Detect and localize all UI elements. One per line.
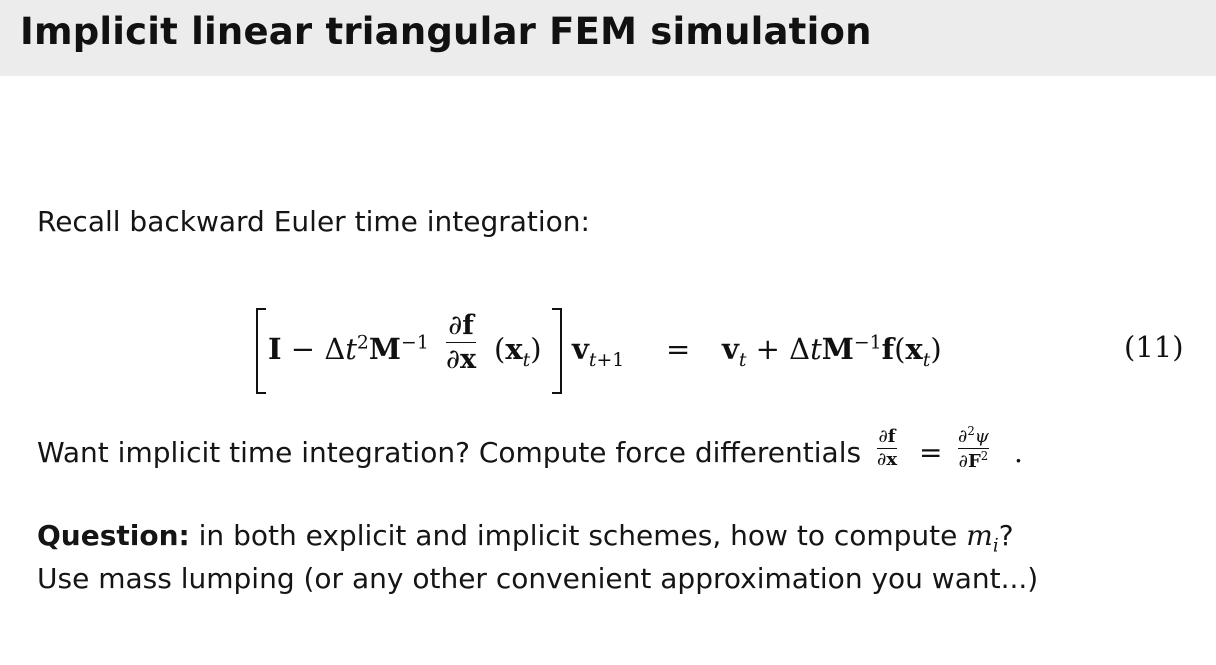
question-text: in both explicit and implicit schemes, h… [198,519,958,552]
d2psi-dF2-fraction: ∂2ψ ∂F2 [958,424,989,472]
eq-lhs-term: I − Δt2M−1 [268,332,429,366]
left-bracket [256,308,266,394]
question-label: Question: [37,519,190,552]
mass-lumping-text: Use mass lumping (or any other convenien… [37,562,1039,595]
eq-lhs-arg: (xt) [494,332,542,371]
question-line: Question: in both explicit and implicit … [37,519,1014,557]
df-dx-fraction: ∂f ∂x [877,426,898,470]
eq-rhs: vt + ΔtM−1f(xt) [722,332,942,371]
inline-period: . [1014,436,1023,469]
question-mark: ? [998,519,1014,552]
inline-equals: = [919,436,943,469]
force-differentials-prefix: Want implicit time integration? Compute … [37,436,862,469]
right-bracket [552,308,562,394]
eq-lhs-velocity: vt+1 [572,332,625,371]
recall-text: Recall backward Euler time integration: [37,205,590,238]
mass-symbol: mi [966,519,999,557]
title-bar: Implicit linear triangular FEM simulatio… [0,0,1216,76]
force-differentials-text: Want implicit time integration? Compute … [37,436,861,469]
equation-number: (11) [1124,330,1184,364]
eq-jacobian-fraction: ∂f ∂x [446,310,477,375]
slide-title: Implicit linear triangular FEM simulatio… [20,10,872,53]
eq-equals: = [666,332,691,366]
backward-euler-equation: I − Δt2M−1 ∂f ∂x (xt) vt+1 = vt + ΔtM−1f… [250,308,1190,394]
